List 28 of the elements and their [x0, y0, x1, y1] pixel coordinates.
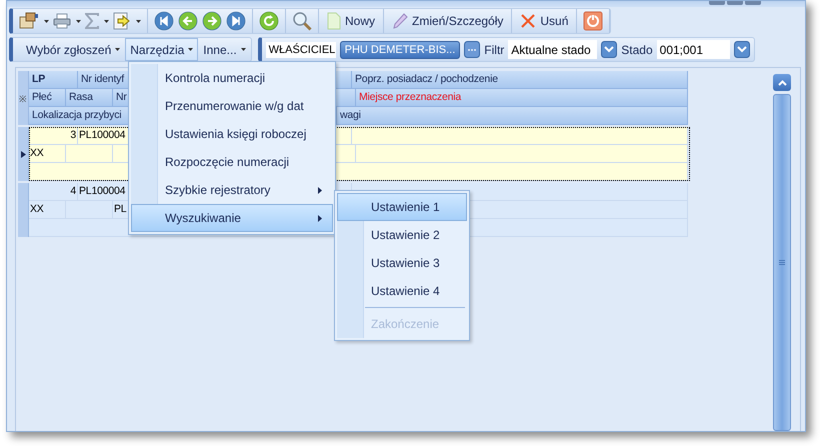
table-cell: XX	[29, 201, 66, 219]
menu-item[interactable]: Wyszukiwanie	[131, 204, 333, 232]
menu-button[interactable]: Narzędzia	[125, 38, 198, 61]
column-header: Rasa	[66, 89, 113, 107]
edit-button[interactable]: Zmień/Szczegóły	[390, 9, 506, 33]
column-header: Płeć	[29, 89, 66, 107]
menu-item[interactable]: Ustawienie 2	[337, 221, 467, 249]
column-header: Poprz. posiadacz / pochodzenie	[352, 71, 688, 89]
column-header: Miejsce przeznaczenia	[356, 89, 688, 107]
herd-dropdown[interactable]: 001;001	[656, 40, 730, 59]
table-cell: 4	[29, 183, 78, 201]
menu-item[interactable]: Ustawienie 3	[337, 249, 467, 277]
filter-dropdown[interactable]: Aktualne stado	[508, 40, 598, 59]
new-row-mark: ※	[18, 89, 29, 107]
filter-label: Filtr	[484, 42, 504, 56]
column-header: LP	[29, 71, 78, 89]
column-header: wagi	[337, 107, 688, 125]
new-button[interactable]: Nowy	[325, 9, 378, 33]
menu-button[interactable]: Wybór zgłoszeń	[21, 38, 126, 61]
menu-button[interactable]: Inne...	[198, 38, 251, 61]
table-cell: 3	[29, 127, 78, 145]
menu-item[interactable]: Ustawienie 1	[337, 193, 467, 221]
menu-item[interactable]: Rozpoczęcie numeracji	[131, 148, 333, 176]
menu-item[interactable]: Ustawienie 4	[337, 277, 467, 305]
herd-label: Stado	[621, 42, 653, 56]
delete-button[interactable]: Usuń	[518, 9, 570, 33]
owner-label: WŁAŚCICIEL	[266, 42, 336, 58]
table-cell: XX	[29, 145, 66, 163]
